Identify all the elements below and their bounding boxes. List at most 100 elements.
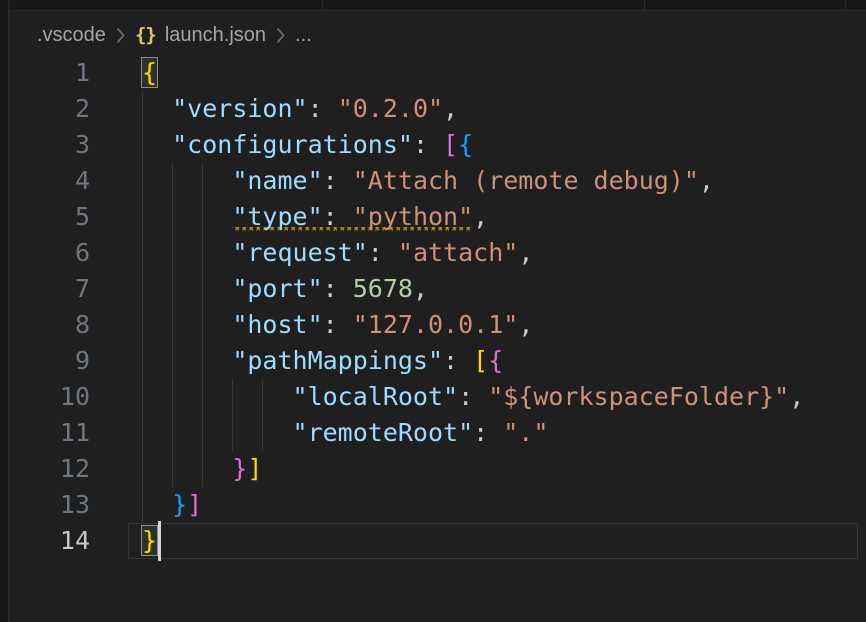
- token: "attach": [398, 238, 518, 267]
- token: [: [473, 346, 488, 375]
- code-line-8[interactable]: 8 "host": "127.0.0.1",: [0, 307, 866, 343]
- breadcrumb-more[interactable]: ...: [295, 24, 312, 47]
- token: "port": [232, 274, 322, 303]
- code-text: "configurations": [{: [142, 127, 473, 163]
- code-text: "version": "0.2.0",: [142, 91, 458, 127]
- line-number[interactable]: 4: [0, 163, 90, 199]
- code-text: "host": "127.0.0.1",: [142, 307, 533, 343]
- token: [142, 418, 293, 447]
- text-cursor: [158, 521, 161, 561]
- line-number[interactable]: 1: [0, 55, 90, 91]
- token: [142, 310, 232, 339]
- token: :: [413, 130, 443, 159]
- code-text: }]: [142, 451, 262, 487]
- token: [142, 166, 232, 195]
- token: :: [368, 238, 398, 267]
- code-text: {: [142, 55, 157, 91]
- token: :: [323, 166, 353, 195]
- line-number[interactable]: 3: [0, 127, 90, 163]
- token: ,: [443, 94, 458, 123]
- code-text: "type": "python",: [142, 199, 488, 235]
- breadcrumb-folder[interactable]: .vscode: [37, 24, 106, 47]
- line-number[interactable]: 12: [0, 451, 90, 487]
- chevron-right-icon: [115, 26, 126, 45]
- code-line-14[interactable]: 14}: [0, 523, 866, 559]
- token: :: [323, 274, 353, 303]
- vscode-editor-window: .vscode {} launch.json ... 1{2 "version"…: [0, 0, 866, 622]
- token: :: [458, 382, 488, 411]
- token: "remoteRoot": [293, 418, 474, 447]
- line-number[interactable]: 11: [0, 415, 90, 451]
- code-line-4[interactable]: 4 "name": "Attach (remote debug)",: [0, 163, 866, 199]
- token: [142, 382, 293, 411]
- line-number[interactable]: 5: [0, 199, 90, 235]
- code-text: }]: [142, 487, 202, 523]
- warning-squiggle: "type": "python": [232, 202, 473, 234]
- code-text: "port": 5678,: [142, 271, 428, 307]
- token: 5678: [353, 274, 413, 303]
- token: ".": [503, 418, 548, 447]
- token: }: [172, 490, 187, 519]
- token: ,: [518, 238, 533, 267]
- matched-bracket: }: [142, 526, 157, 555]
- code-text: }: [142, 523, 157, 559]
- token: "127.0.0.1": [353, 310, 519, 339]
- token: ,: [473, 202, 488, 231]
- token: }: [232, 454, 247, 483]
- line-number[interactable]: 10: [0, 379, 90, 415]
- token: {: [488, 346, 503, 375]
- code-area[interactable]: 1{2 "version": "0.2.0",3 "configurations…: [0, 55, 866, 559]
- code-text: "name": "Attach (remote debug)",: [142, 163, 714, 199]
- code-line-6[interactable]: 6 "request": "attach",: [0, 235, 866, 271]
- token: [142, 238, 232, 267]
- token: "name": [232, 166, 322, 195]
- token: :: [323, 310, 353, 339]
- token: [142, 346, 232, 375]
- code-text: "localRoot": "${workspaceFolder}",: [142, 379, 804, 415]
- code-line-2[interactable]: 2 "version": "0.2.0",: [0, 91, 866, 127]
- token: "localRoot": [293, 382, 459, 411]
- token: {: [458, 130, 473, 159]
- token: :: [443, 346, 473, 375]
- line-number[interactable]: 14: [0, 523, 90, 559]
- code-text: "pathMappings": [{: [142, 343, 503, 379]
- code-line-1[interactable]: 1{: [0, 55, 866, 91]
- code-line-11[interactable]: 11 "remoteRoot": ".": [0, 415, 866, 451]
- line-number[interactable]: 8: [0, 307, 90, 343]
- token: "${workspaceFolder}": [488, 382, 789, 411]
- line-number[interactable]: 7: [0, 271, 90, 307]
- token: [142, 490, 172, 519]
- code-line-12[interactable]: 12 }]: [0, 451, 866, 487]
- line-number[interactable]: 9: [0, 343, 90, 379]
- code-line-13[interactable]: 13 }]: [0, 487, 866, 523]
- token: :: [473, 418, 503, 447]
- token: "pathMappings": [232, 346, 443, 375]
- token: "0.2.0": [338, 94, 443, 123]
- json-file-icon: {}: [135, 24, 156, 46]
- token: [142, 94, 172, 123]
- token: ,: [413, 274, 428, 303]
- code-line-5[interactable]: 5 "type": "python",: [0, 199, 866, 235]
- breadcrumb-file[interactable]: launch.json: [165, 24, 266, 47]
- code-line-9[interactable]: 9 "pathMappings": [{: [0, 343, 866, 379]
- token: "configurations": [172, 130, 413, 159]
- token: "host": [232, 310, 322, 339]
- code-text: "request": "attach",: [142, 235, 533, 271]
- tab-divider: [644, 0, 645, 10]
- tab-divider: [845, 0, 846, 10]
- line-number[interactable]: 13: [0, 487, 90, 523]
- tab-bar-edge: [10, 0, 866, 11]
- chevron-right-icon: [275, 26, 286, 45]
- line-number[interactable]: 2: [0, 91, 90, 127]
- token: ,: [789, 382, 804, 411]
- token: :: [323, 202, 353, 231]
- code-line-3[interactable]: 3 "configurations": [{: [0, 127, 866, 163]
- token: ,: [518, 310, 533, 339]
- matched-bracket: {: [142, 58, 157, 87]
- token: [142, 274, 232, 303]
- code-line-10[interactable]: 10 "localRoot": "${workspaceFolder}",: [0, 379, 866, 415]
- line-number[interactable]: 6: [0, 235, 90, 271]
- breadcrumb: .vscode {} launch.json ...: [37, 21, 312, 49]
- token: :: [308, 94, 338, 123]
- code-line-7[interactable]: 7 "port": 5678,: [0, 271, 866, 307]
